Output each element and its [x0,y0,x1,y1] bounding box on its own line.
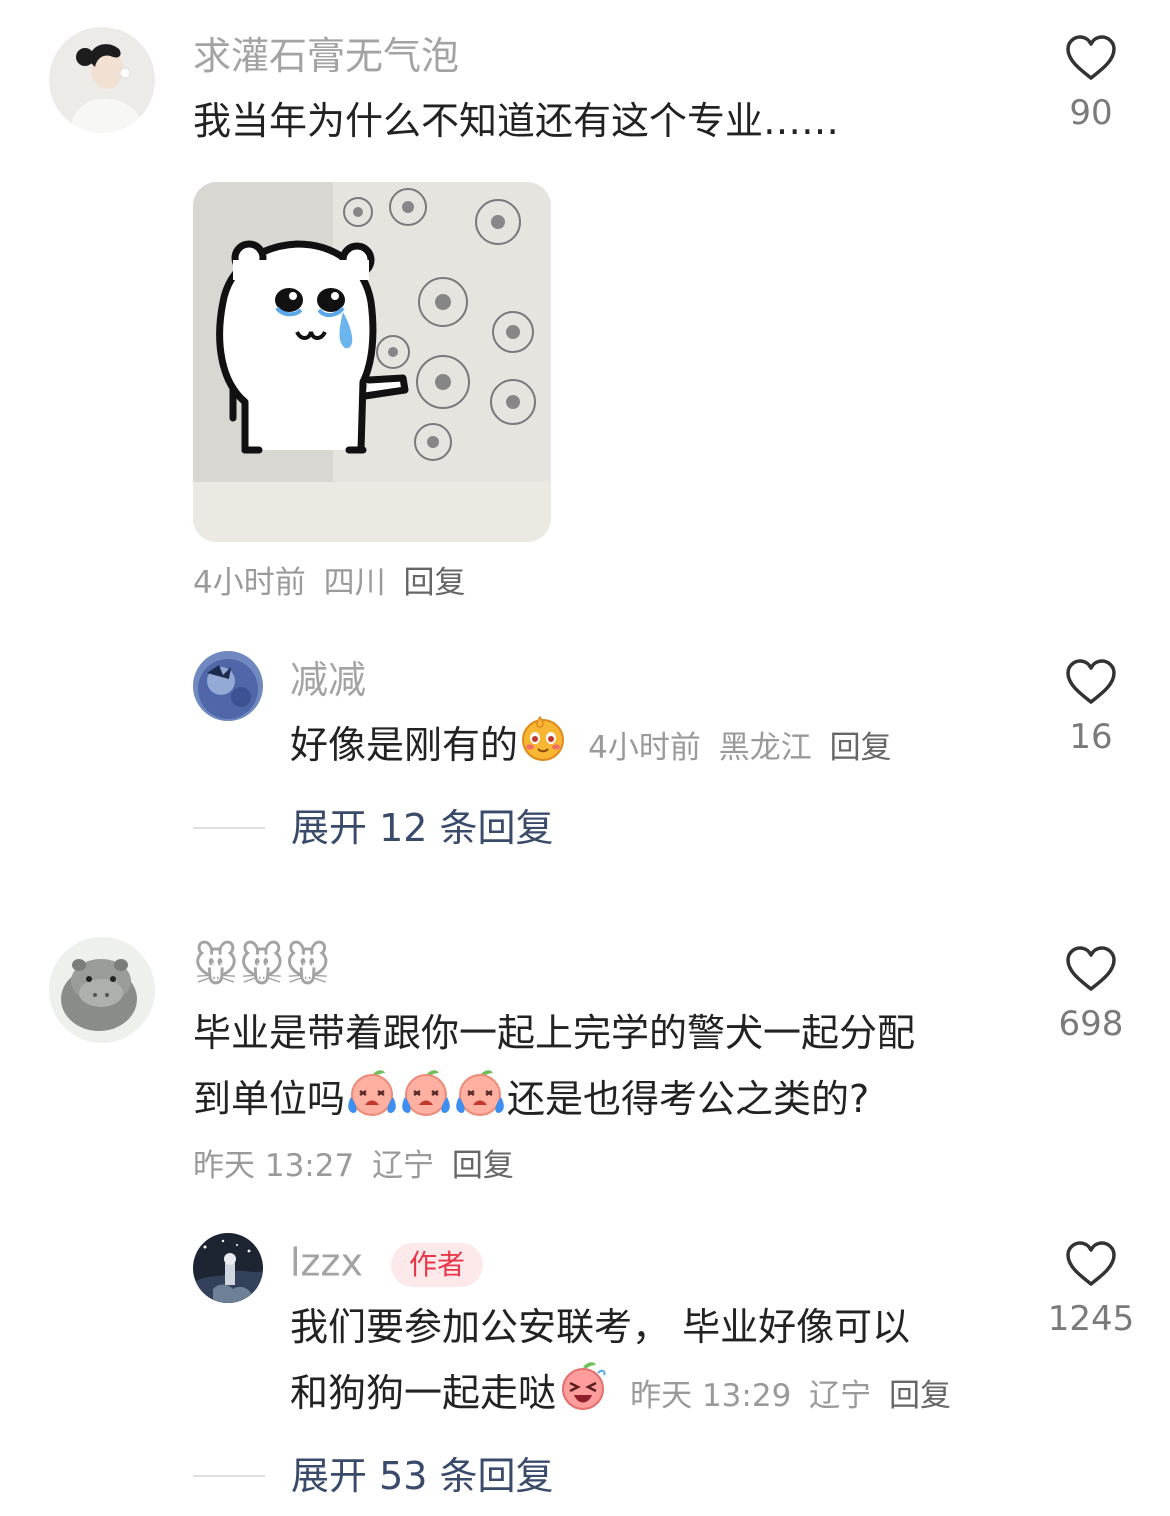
expand-replies-button[interactable]: 展开 12 条回复 [193,803,554,853]
reply-username[interactable]: lzzx 作者 [290,1243,483,1287]
comment-meta: 昨天 13:27 辽宁 回复 [193,1151,514,1182]
expand-replies-button[interactable]: 展开 53 条回复 [193,1451,554,1501]
reply-username-text[interactable]: lzzx [290,1241,363,1285]
heart-outline-icon [1066,946,1116,991]
comment-text-line: 毕业是带着跟你一起上完学的警犬一起分配 [193,1011,916,1055]
laughing-face-emoji [556,1361,610,1431]
comment-location: 辽宁 [372,1148,435,1184]
comment-location: 四川 [323,565,386,601]
comment-time: 昨天 13:27 [193,1148,355,1184]
reply-text-segment: 和狗狗一起走哒 [290,1371,557,1415]
expand-replies-label[interactable]: 展开 12 条回复 [291,809,554,847]
like-button[interactable]: 698 [1041,945,1141,1041]
avatar[interactable] [193,1233,263,1303]
comment-time: 4小时前 [193,565,306,601]
like-count: 16 [1069,717,1113,757]
avatar[interactable] [49,27,155,133]
author-badge: 作者 [390,1243,483,1287]
divider-line [193,827,265,829]
reply-button[interactable]: 回复 [403,565,465,601]
like-button[interactable]: 16 [1041,658,1141,754]
crying-peach-emoji [399,1067,453,1137]
crying-bear-sticker[interactable] [193,182,551,542]
comment-text: 毕业是带着跟你一起上完学的警犬一起分配 到单位吗 还是也得考公之类的? [193,1000,915,1137]
avatar[interactable] [49,937,155,1043]
reply-text-line: 和狗狗一起走哒 昨天 13:29 辽宁 回复 [290,1360,951,1431]
comment-username[interactable]: 求灌石膏无气泡 [193,37,459,75]
heart-outline-icon [1066,1241,1116,1286]
reply-text-line: 我们要参加公安联考， 毕业好像可以 [290,1305,911,1349]
reply-location: 黑龙江 [718,730,812,766]
reply-username[interactable]: 减减 [290,661,366,699]
reply-button[interactable]: 回复 [452,1148,514,1184]
divider-line [193,1475,265,1477]
comment-username[interactable]: 🐭🐭🐭 [193,945,331,989]
like-count: 698 [1058,1004,1124,1044]
reply-text-content: 好像是刚有的 [290,723,519,767]
reply-time: 4小时前 [588,730,701,766]
reply-location: 辽宁 [809,1378,872,1414]
like-count: 1245 [1047,1299,1135,1339]
reply-meta: 4小时前 黑龙江 回复 [588,730,891,766]
heart-outline-icon [1066,659,1116,704]
sweat-face-emoji [518,713,568,783]
comment-text-segment: 到单位吗 [193,1077,346,1121]
comment-meta: 4小时前 四川 回复 [193,568,465,599]
expand-replies-label[interactable]: 展开 53 条回复 [291,1457,554,1495]
reply-button[interactable]: 回复 [889,1378,951,1414]
reply-time: 昨天 13:29 [630,1378,792,1414]
comment-text-line: 到单位吗 还是也得考公之类的? [193,1066,915,1137]
crying-peach-emoji [345,1067,399,1137]
crying-peach-emoji [453,1067,507,1137]
reply-button[interactable]: 回复 [830,730,892,766]
like-button[interactable]: 90 [1041,34,1141,130]
reply-text: 我们要参加公安联考， 毕业好像可以 和狗狗一起走哒 昨天 13:29 辽宁 回复 [290,1294,951,1431]
like-count: 90 [1069,93,1113,133]
avatar[interactable] [193,651,263,721]
reply-text: 好像是刚有的 4小时前 黑龙江 回复 [290,712,892,783]
reply-meta: 昨天 13:29 辽宁 回复 [630,1378,951,1414]
comment-text: 我当年为什么不知道还有这个专业…… [193,99,840,143]
comment-text-segment: 还是也得考公之类的? [507,1077,870,1121]
like-button[interactable]: 1245 [1041,1240,1141,1336]
heart-outline-icon [1066,35,1116,80]
